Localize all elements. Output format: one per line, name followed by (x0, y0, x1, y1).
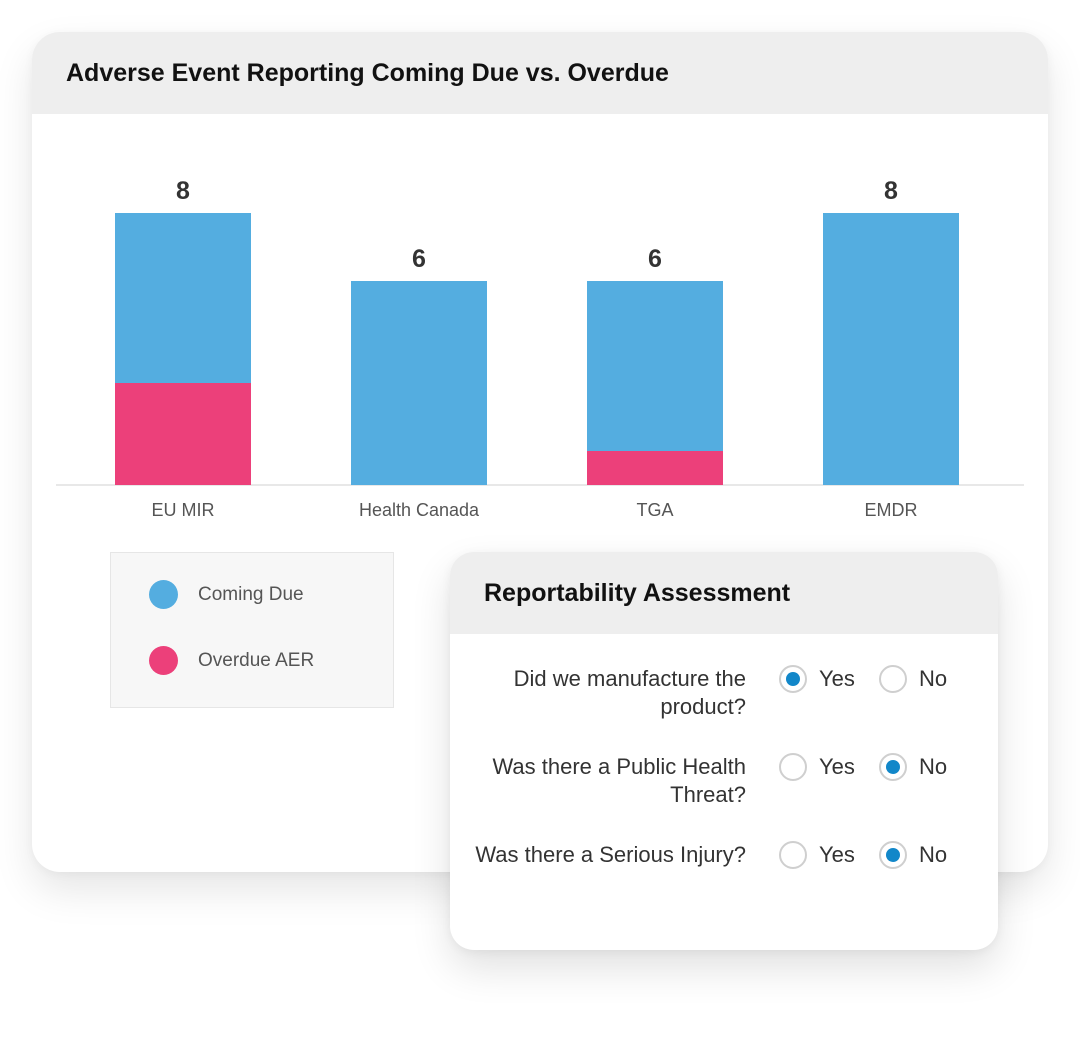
question-label: Was there a Public Health Threat? (492, 754, 746, 807)
radio-option-no[interactable]: No (879, 841, 947, 869)
chart-legend: Coming Due Overdue AER (110, 552, 394, 708)
radio-checked-icon[interactable] (879, 841, 907, 869)
radio-option-no[interactable]: No (879, 665, 947, 693)
x-tick-label: Health Canada (359, 500, 480, 520)
radio-label[interactable]: No (919, 841, 947, 869)
chart-title: Adverse Event Reporting Coming Due vs. O… (66, 59, 669, 87)
x-tick-label: EU MIR (152, 500, 215, 520)
bar-eu-mir-overdue-aer (115, 383, 251, 485)
radio-checked-icon[interactable] (779, 665, 807, 693)
radio-unchecked-icon[interactable] (779, 841, 807, 869)
reportability-assessment-card: Reportability Assessment Did we manufact… (450, 552, 998, 950)
bar-tga-coming-due (587, 281, 723, 451)
question-row: Was there a Serious Injury? Yes No (450, 841, 998, 905)
chart-card-header: Adverse Event Reporting Coming Due vs. O… (32, 32, 1048, 114)
bar-total-label: 6 (412, 245, 426, 273)
x-tick-label: TGA (636, 500, 673, 520)
form-card-header: Reportability Assessment (450, 552, 998, 634)
radio-unchecked-icon[interactable] (879, 665, 907, 693)
legend-item-overdue-aer: Overdue AER (149, 646, 314, 675)
x-tick-label: EMDR (865, 500, 918, 520)
form-title: Reportability Assessment (484, 579, 791, 607)
bar-tga-overdue-aer (587, 451, 723, 485)
question-label: Was there a Serious Injury? (475, 842, 746, 867)
radio-option-no[interactable]: No (879, 753, 947, 781)
question-row: Was there a Public Health Threat? Yes No (450, 753, 998, 817)
bar-total-label: 8 (176, 177, 190, 205)
legend-swatch-overdue-aer (149, 646, 178, 675)
question-label: Did we manufacture the product? (513, 666, 746, 719)
bar-total-label: 8 (884, 177, 898, 205)
radio-checked-icon[interactable] (879, 753, 907, 781)
radio-label[interactable]: No (919, 753, 947, 781)
radio-label[interactable]: Yes (819, 753, 855, 781)
legend-item-coming-due: Coming Due (149, 580, 304, 609)
radio-option-yes[interactable]: Yes (779, 841, 855, 869)
radio-label[interactable]: Yes (819, 841, 855, 869)
legend-swatch-coming-due (149, 580, 178, 609)
radio-option-yes[interactable]: Yes (779, 753, 855, 781)
bar-total-label: 6 (648, 245, 662, 273)
stacked-bar-chart: 8 EU MIR 6 Health Canada 6 TGA 8 EMDR (56, 177, 1024, 520)
legend-label: Overdue AER (198, 649, 315, 671)
radio-label[interactable]: No (919, 665, 947, 693)
question-row: Did we manufacture the product? Yes No (450, 665, 998, 729)
radio-label[interactable]: Yes (819, 665, 855, 693)
bar-health-canada-coming-due (351, 281, 487, 485)
bar-emdr-coming-due (823, 213, 959, 485)
radio-option-yes[interactable]: Yes (779, 665, 855, 693)
legend-label: Coming Due (198, 583, 304, 605)
bar-eu-mir-coming-due (115, 213, 251, 383)
radio-unchecked-icon[interactable] (779, 753, 807, 781)
